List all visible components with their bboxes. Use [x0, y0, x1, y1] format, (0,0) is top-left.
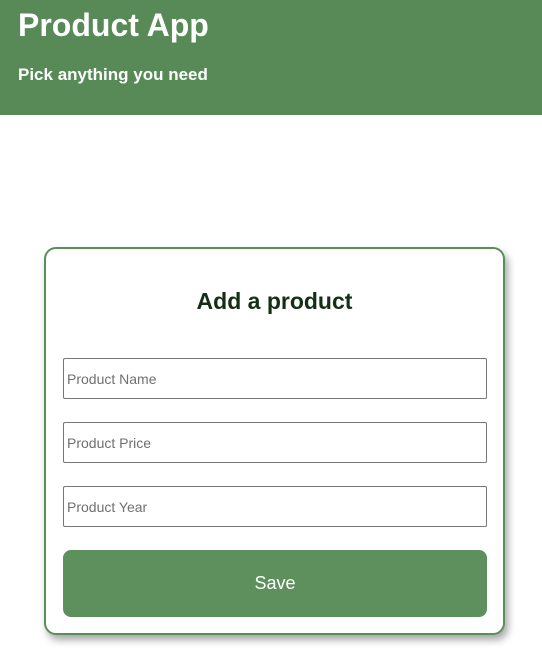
add-product-form: Add a product Save — [44, 247, 505, 635]
product-year-input[interactable] — [63, 486, 487, 527]
app-subtitle: Pick anything you need — [18, 65, 208, 84]
save-button[interactable]: Save — [63, 550, 487, 617]
app-title: Product App — [18, 7, 209, 43]
form-title: Add a product — [196, 288, 353, 314]
app-header: Product App Pick anything you need — [0, 0, 542, 115]
product-price-input[interactable] — [63, 422, 487, 463]
product-name-input[interactable] — [63, 358, 487, 399]
